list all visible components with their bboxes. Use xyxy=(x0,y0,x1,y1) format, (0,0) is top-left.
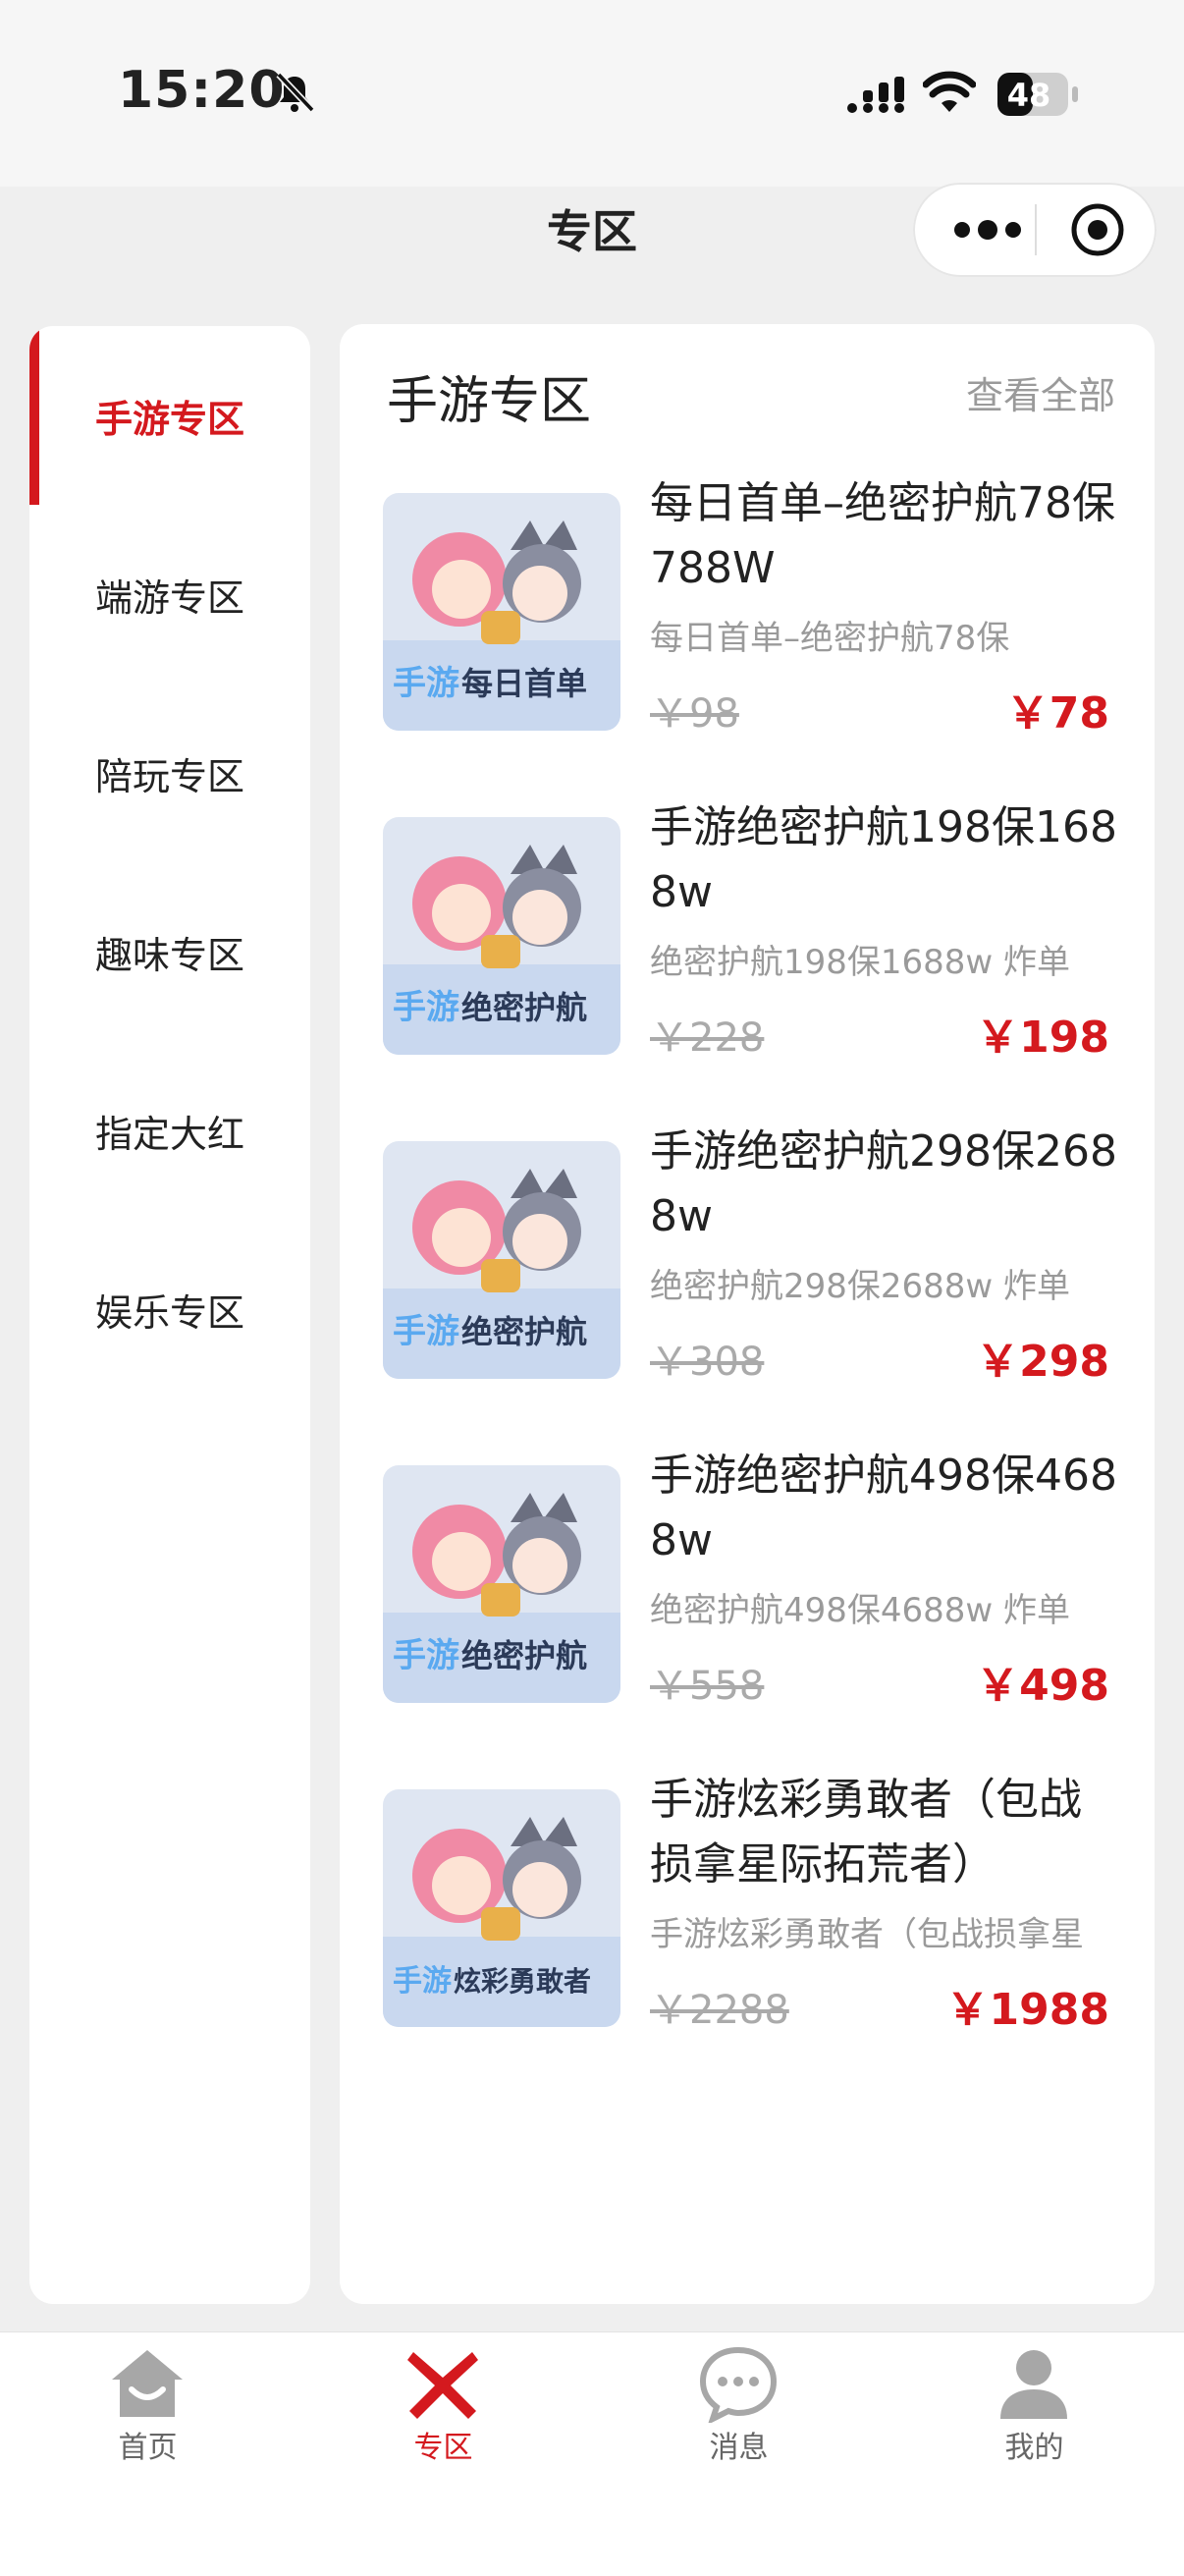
product-title: 手游绝密护航298保2688w xyxy=(650,1126,1117,1241)
anime-cover-image: 手游 绝密护航 xyxy=(383,817,620,1055)
svg-text:手游: 手游 xyxy=(393,1964,452,1999)
product-thumbnail: 手游 绝密护航 xyxy=(383,1141,620,1379)
sale-price: ￥198 xyxy=(976,1013,1109,1063)
message-icon xyxy=(699,2346,778,2423)
product-item[interactable]: 手游 炫彩勇敢者 手游炫彩勇敢者（包战损拿星际拓荒者） 手游炫彩勇敢者（包战损拿… xyxy=(340,1775,1155,2113)
home-icon xyxy=(112,2350,183,2417)
battery-level: 48 xyxy=(1006,77,1051,114)
status-time: 15:20 xyxy=(118,61,286,120)
sidebar-item-mobile-games[interactable]: 手游专区 xyxy=(29,326,310,505)
product-title: 手游绝密护航198保1688w xyxy=(650,802,1117,917)
svg-text:手游: 手游 xyxy=(393,988,459,1027)
bottom-tab-bar: 首页 专区 消息 我的 xyxy=(0,2331,1184,2576)
anime-cover-image: 手游 绝密护航 xyxy=(383,1465,620,1703)
product-thumbnail: 手游 每日首单 xyxy=(383,493,620,731)
product-item[interactable]: 手游 绝密护航 手游绝密护航298保2688w 绝密护航298保2688w 炸单… xyxy=(340,1126,1155,1465)
close-target-icon[interactable] xyxy=(1070,202,1125,257)
product-item[interactable]: 手游 绝密护航 手游绝密护航498保4688w 绝密护航498保4688w 炸单… xyxy=(340,1451,1155,1789)
original-price: ￥2288 xyxy=(650,1988,789,2033)
product-title: 手游绝密护航498保4688w xyxy=(650,1451,1117,1565)
anime-cover-image: 手游 炫彩勇敢者 xyxy=(383,1789,620,2027)
product-title: 每日首单–绝密护航78保788W xyxy=(650,478,1115,593)
original-price: ￥228 xyxy=(650,1015,765,1061)
section-title: 手游专区 xyxy=(387,372,592,431)
product-subtitle: 每日首单–绝密护航78保 xyxy=(650,619,1010,658)
original-price: ￥98 xyxy=(650,691,739,737)
sidebar-item-pc-games[interactable]: 端游专区 xyxy=(29,505,310,684)
product-subtitle: 绝密护航498保4688w 炸单 xyxy=(650,1591,1071,1630)
sale-price: ￥498 xyxy=(976,1661,1109,1711)
signal-icon xyxy=(847,77,904,113)
product-subtitle: 手游炫彩勇敢者（包战损拿星 xyxy=(650,1915,1084,1954)
product-item[interactable]: 手游 每日首单 每日首单–绝密护航78保788W 每日首单–绝密护航78保 ￥9… xyxy=(340,478,1155,817)
product-title: 手游炫彩勇敢者（包战损拿星际拓荒者） xyxy=(650,1775,1082,1890)
sidebar-item-designated-red[interactable]: 指定大红 xyxy=(29,1041,310,1220)
product-thumbnail: 手游 绝密护航 xyxy=(383,1465,620,1703)
cover-prefix: 手游 xyxy=(393,664,459,703)
view-all-link[interactable]: 查看全部 xyxy=(966,365,1115,419)
svg-text:手游: 手游 xyxy=(393,1636,459,1675)
sidebar-item-fun[interactable]: 趣味专区 xyxy=(29,862,310,1041)
svg-text:绝密护航: 绝密护航 xyxy=(461,1637,587,1674)
product-item[interactable]: 手游 绝密护航 手游绝密护航198保1688w 绝密护航198保1688w 炸单… xyxy=(340,802,1155,1141)
sale-price: ￥298 xyxy=(976,1337,1109,1387)
svg-text:炫彩勇敢者: 炫彩勇敢者 xyxy=(454,1965,591,1998)
original-price: ￥308 xyxy=(650,1340,765,1385)
capsule-divider xyxy=(1035,204,1037,255)
anime-cover-image: 手游 每日首单 xyxy=(383,493,620,731)
svg-text:绝密护航: 绝密护航 xyxy=(461,1313,587,1350)
svg-text:手游: 手游 xyxy=(393,1312,459,1351)
anime-cover-image: 手游 绝密护航 xyxy=(383,1141,620,1379)
sale-price: ￥1988 xyxy=(945,1985,1109,2035)
more-icon[interactable] xyxy=(948,210,1027,249)
profile-icon xyxy=(1000,2350,1067,2419)
bell-off-icon xyxy=(276,72,315,113)
svg-text:绝密护航: 绝密护航 xyxy=(461,989,587,1026)
tab-profile[interactable]: 我的 xyxy=(887,2332,1182,2519)
status-bar: 15:20 48 专区 xyxy=(0,0,1184,277)
category-sidebar: 手游专区 端游专区 陪玩专区 趣味专区 指定大红 娱乐专区 xyxy=(29,326,310,2304)
tab-messages[interactable]: 消息 xyxy=(591,2332,887,2519)
product-panel: 手游专区 查看全部 手游 每日首单 每日首单–绝密护航78保788W 每日首单–… xyxy=(340,324,1155,2304)
product-thumbnail: 手游 炫彩勇敢者 xyxy=(383,1789,620,2027)
svg-text:每日首单: 每日首单 xyxy=(461,665,587,702)
zone-icon xyxy=(407,2352,478,2419)
product-subtitle: 绝密护航198保1688w 炸单 xyxy=(650,943,1071,982)
sale-price: ￥78 xyxy=(1005,688,1109,739)
original-price: ￥558 xyxy=(650,1664,765,1709)
wifi-icon xyxy=(923,71,976,112)
product-thumbnail: 手游 绝密护航 xyxy=(383,817,620,1055)
mini-program-capsule xyxy=(913,183,1157,277)
sidebar-item-entertainment[interactable]: 娱乐专区 xyxy=(29,1220,310,1398)
tab-home[interactable]: 首页 xyxy=(0,2332,296,2519)
sidebar-item-companion[interactable]: 陪玩专区 xyxy=(29,684,310,862)
product-subtitle: 绝密护航298保2688w 炸单 xyxy=(650,1267,1071,1306)
tab-zone[interactable]: 专区 xyxy=(296,2332,591,2519)
